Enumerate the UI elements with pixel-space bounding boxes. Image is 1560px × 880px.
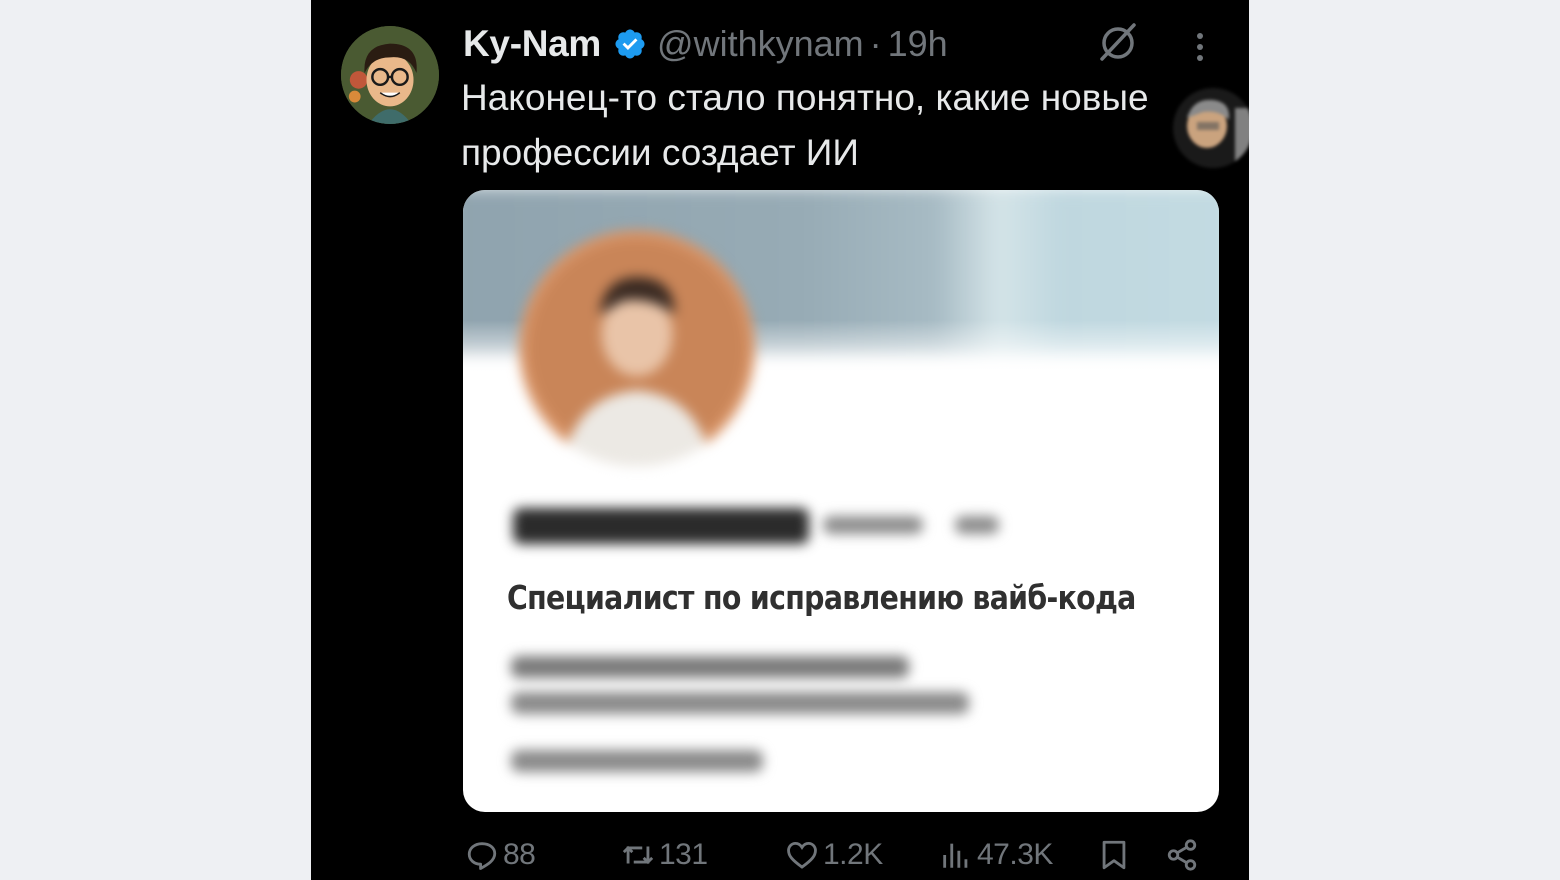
reply-count: 88 [503,838,536,871]
separator-dot: · [869,23,882,64]
overlay-avatar [1173,88,1249,168]
repost-count: 131 [659,838,708,871]
heart-icon [787,841,817,869]
media-card[interactable]: Специалист по исправлению вайб-кода [463,190,1219,812]
author-avatar[interactable] [341,26,439,124]
views-icon [943,843,968,868]
reply-button[interactable]: 88 [465,838,536,872]
like-count: 1.2K [823,838,883,871]
tweet-text: Наконец-то стало понятно, какие новые пр… [461,77,1149,173]
tweet-screenshot: Ky-Nam @withkynam · 19h Наконец-то стало… [311,0,1249,880]
repost-button[interactable]: 131 [621,838,708,872]
profile-photo [519,230,755,466]
action-bar: 88 131 1.2K 47.3K [311,830,1249,880]
bookmark-icon [1102,840,1126,870]
bookmark-button[interactable] [1097,838,1135,872]
blurred-name [513,508,809,544]
share-button[interactable] [1165,838,1203,872]
like-button[interactable]: 1.2K [785,838,883,872]
verified-badge-icon [613,27,647,61]
author-name[interactable]: Ky-Nam [463,23,601,65]
reply-icon [467,842,497,870]
blurred-degree [955,516,999,534]
author-handle[interactable]: @withkynam [657,23,864,65]
tweet-time[interactable]: 19h [888,23,948,65]
blurred-pronouns [823,516,923,534]
views-button[interactable]: 47.3K [939,838,1053,872]
grok-icon[interactable] [1096,20,1140,64]
share-icon [1167,839,1197,871]
blurred-connections [511,750,763,772]
repost-icon [622,845,654,865]
more-vertical-icon[interactable] [1188,28,1212,68]
job-title: Специалист по исправлению вайб-кода [507,578,1136,617]
blurred-location [511,692,969,714]
tweet-header: Ky-Nam @withkynam · 19h [463,18,948,70]
views-count: 47.3K [977,838,1053,871]
blurred-company [511,656,909,678]
